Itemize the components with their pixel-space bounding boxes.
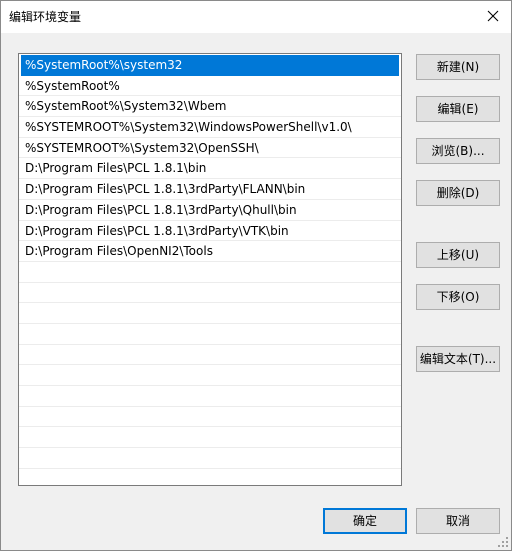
path-list-empty-row[interactable]: [19, 448, 401, 469]
path-list-item[interactable]: %SystemRoot%\system32: [21, 55, 399, 76]
path-list-empty-row[interactable]: [19, 283, 401, 304]
path-list-empty-row[interactable]: [19, 303, 401, 324]
path-list-empty-row[interactable]: [19, 262, 401, 283]
window-title: 编辑环境变量: [9, 10, 82, 24]
path-list-item[interactable]: %SYSTEMROOT%\System32\OpenSSH\: [19, 138, 401, 159]
edit-button[interactable]: 编辑(E): [416, 96, 500, 122]
path-list-empty-row[interactable]: [19, 407, 401, 428]
path-list-empty-row[interactable]: [19, 345, 401, 366]
cancel-button[interactable]: 取消: [416, 508, 500, 534]
path-list-item[interactable]: %SYSTEMROOT%\System32\WindowsPowerShell\…: [19, 117, 401, 138]
title-bar[interactable]: 编辑环境变量: [1, 1, 511, 33]
ok-button[interactable]: 确定: [323, 508, 407, 534]
path-list-item[interactable]: %SystemRoot%: [19, 76, 401, 97]
path-list-empty-row[interactable]: [19, 324, 401, 345]
path-list-item[interactable]: D:\Program Files\PCL 1.8.1\3rdParty\VTK\…: [19, 221, 401, 242]
close-button[interactable]: [475, 1, 511, 31]
path-list[interactable]: %SystemRoot%\system32 %SystemRoot% %System…: [18, 53, 402, 486]
path-list-item[interactable]: D:\Program Files\PCL 1.8.1\bin: [19, 158, 401, 180]
browse-button[interactable]: 浏览(B)...: [416, 138, 500, 164]
size-grip-icon[interactable]: [497, 536, 509, 548]
move-down-button[interactable]: 下移(O): [416, 284, 500, 310]
path-list-item[interactable]: D:\Program Files\PCL 1.8.1\3rdParty\FLAN…: [19, 179, 401, 200]
edit-text-button[interactable]: 编辑文本(T)...: [416, 346, 500, 372]
move-up-button[interactable]: 上移(U): [416, 242, 500, 268]
path-list-item[interactable]: %SystemRoot%\System32\Wbem: [19, 96, 401, 118]
new-button[interactable]: 新建(N): [416, 54, 500, 80]
path-list-empty-row[interactable]: [19, 427, 401, 449]
close-icon: [487, 10, 499, 22]
path-list-item[interactable]: D:\Program Files\PCL 1.8.1\3rdParty\Qhul…: [19, 200, 401, 221]
path-list-item[interactable]: D:\Program Files\OpenNI2\Tools: [19, 241, 401, 262]
delete-button[interactable]: 删除(D): [416, 180, 500, 206]
edit-env-variable-dialog: 编辑环境变量 %SystemRoot%\system32 %SystemRoot%…: [0, 0, 512, 551]
path-list-empty-row[interactable]: [19, 386, 401, 407]
path-list-empty-row[interactable]: [19, 365, 401, 386]
